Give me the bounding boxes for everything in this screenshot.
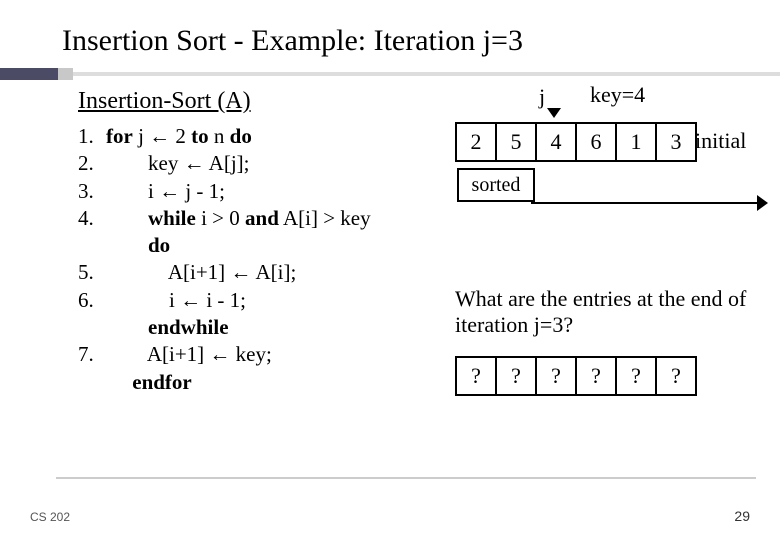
right-arrow-icon <box>757 195 768 211</box>
j-pointer-label: j <box>539 84 545 110</box>
kw-while: while <box>148 206 196 230</box>
line-number: 1. <box>78 123 106 150</box>
array-cell: 4 <box>536 123 576 161</box>
line-number: 6. <box>78 287 106 314</box>
array-cell: 2 <box>456 123 496 161</box>
page-number: 29 <box>734 508 750 524</box>
code-text: j ← 2 <box>133 124 191 148</box>
sorted-extent-line <box>531 202 759 204</box>
initial-label: initial <box>695 128 746 154</box>
kw-do: do <box>148 233 170 257</box>
array-cell: ? <box>576 357 616 395</box>
line-number: 2. <box>78 150 106 177</box>
kw-to: to <box>191 124 209 148</box>
code-text: A[i+1] ← A[i]; <box>168 260 297 284</box>
array-cell: ? <box>496 357 536 395</box>
slide-title: Insertion Sort - Example: Iteration j=3 <box>0 0 780 72</box>
footer-divider <box>56 477 756 479</box>
array-cell: 6 <box>576 123 616 161</box>
kw-for: for <box>106 124 133 148</box>
array-cell: ? <box>536 357 576 395</box>
slide-body: Insertion-Sort (A) 1.for j ← 2 to n do 2… <box>0 76 780 468</box>
line-number: 3. <box>78 178 106 205</box>
code-text: A[i] > key <box>279 206 371 230</box>
algorithm-title: Insertion-Sort (A) <box>78 88 780 115</box>
line-number: 4. <box>78 205 106 232</box>
array-cell: 5 <box>496 123 536 161</box>
array-cell: ? <box>656 357 696 395</box>
down-arrow-icon <box>547 108 561 118</box>
code-text: i ← j - 1; <box>148 179 225 203</box>
kw-endwhile: endwhile <box>148 315 229 339</box>
kw-do: do <box>230 124 252 148</box>
code-text: A[i+1] ← key; <box>147 342 272 366</box>
sorted-label-box: sorted <box>457 168 535 202</box>
array-cell: 1 <box>616 123 656 161</box>
array-initial: 2 5 4 6 1 3 <box>455 122 697 162</box>
array-result: ? ? ? ? ? ? <box>455 356 697 396</box>
code-text: n <box>209 124 230 148</box>
course-code: CS 202 <box>30 510 70 524</box>
code-text: i > 0 <box>196 206 245 230</box>
kw-endfor: endfor <box>132 370 192 394</box>
key-label: key=4 <box>590 82 645 108</box>
kw-and: and <box>245 206 279 230</box>
line-number: 7. <box>78 341 106 368</box>
line-number: 5. <box>78 259 106 286</box>
question-text: What are the entries at the end of itera… <box>455 286 750 339</box>
array-cell: ? <box>456 357 496 395</box>
code-text: i ← i - 1; <box>169 288 246 312</box>
array-cell: 3 <box>656 123 696 161</box>
code-text: key ← A[j]; <box>148 151 249 175</box>
array-cell: ? <box>616 357 656 395</box>
